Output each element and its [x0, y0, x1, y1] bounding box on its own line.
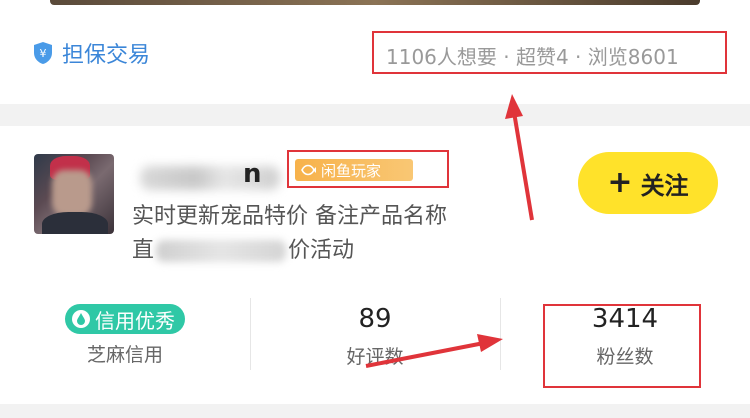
guarantee-label: 担保交易	[62, 43, 151, 68]
stat-credit[interactable]: 信用优秀 芝麻信用	[0, 294, 250, 374]
bio-line-1: 实时更新宠品特价 备注产品名称	[132, 204, 447, 229]
image-bottom-edge	[50, 0, 700, 5]
svg-text:¥: ¥	[40, 47, 47, 60]
good-reviews-count: 89	[358, 304, 392, 334]
bio-blurred-text	[156, 240, 287, 262]
item-footer-card: ¥ 担保交易 1106人想要 · 超赞4 · 浏览8601	[0, 0, 750, 104]
follow-button[interactable]: + 关注	[578, 152, 718, 214]
credit-label: 芝麻信用	[86, 344, 163, 366]
follow-label: 关注	[640, 171, 689, 200]
bio-line-2-start: 直	[132, 238, 155, 263]
guarantee-trade[interactable]: ¥ 担保交易	[32, 36, 150, 70]
drop-icon	[72, 310, 90, 328]
item-stats-line: 1106人想要 · 超赞4 · 浏览8601	[386, 45, 679, 69]
credit-badge: 信用优秀	[65, 304, 185, 334]
bio-line-2: 直 价活动	[132, 234, 522, 268]
player-badge[interactable]: 闲鱼玩家	[295, 159, 413, 181]
highlight-box-followers	[543, 304, 701, 388]
badge-label: 闲鱼玩家	[321, 161, 382, 180]
plus-icon: +	[607, 165, 633, 200]
credit-value: 信用优秀	[95, 308, 175, 333]
avatar[interactable]	[34, 154, 114, 234]
highlight-box-stats: 1106人想要 · 超赞4 · 浏览8601	[372, 31, 727, 74]
fish-icon	[301, 164, 316, 176]
stat-good-reviews[interactable]: 89 好评数	[250, 294, 500, 374]
highlight-box-badge: 闲鱼玩家	[287, 150, 449, 188]
good-reviews-label: 好评数	[346, 346, 404, 368]
username-visible-tail: n	[243, 159, 262, 189]
bio-line-2-end: 价活动	[288, 238, 355, 263]
seller-bio: 实时更新宠品特价 备注产品名称 直 价活动	[132, 200, 522, 268]
shield-icon: ¥	[34, 42, 52, 64]
